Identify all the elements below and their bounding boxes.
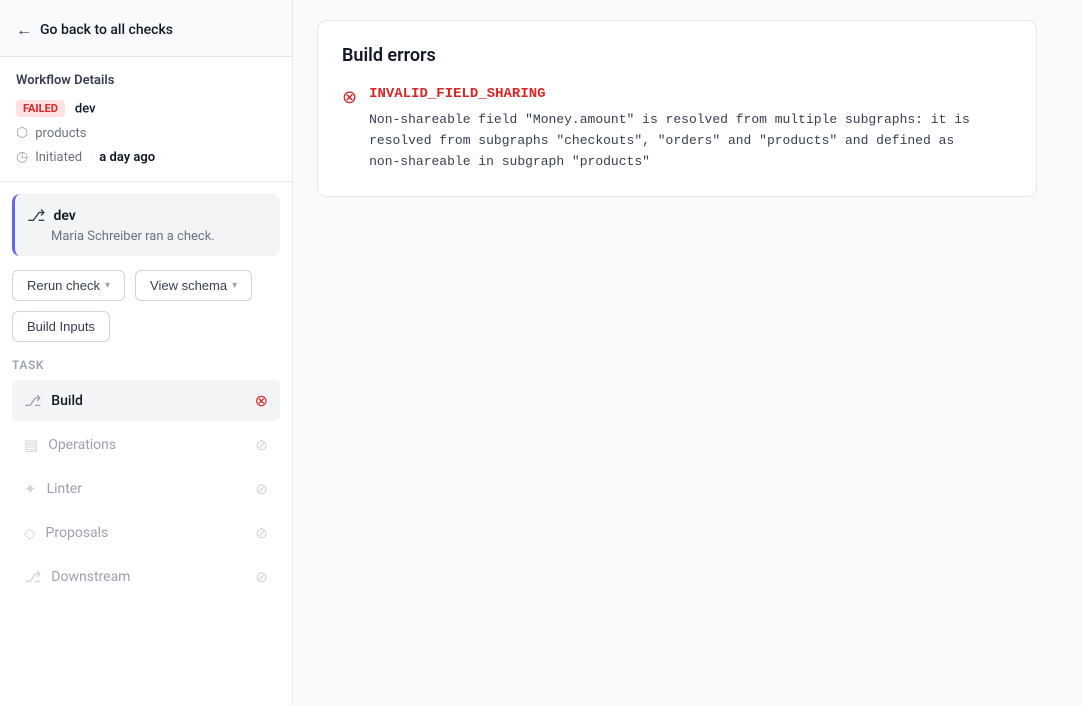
rerun-check-label: Rerun check (27, 278, 100, 293)
status-env-row: FAILED dev (16, 98, 276, 117)
action-buttons-row: Rerun check ▾ View schema ▾ Build Inputs (0, 256, 292, 342)
operations-task-icon: ▤ (24, 436, 38, 454)
product-meta: ⬡ products (16, 125, 276, 141)
check-card-description: Maria Schreiber ran a check. (27, 229, 268, 244)
check-card-icon: ⎇ (27, 206, 45, 225)
initiated-meta: ◷ Initiated a day ago (16, 149, 276, 165)
initiated-value: a day ago (99, 150, 155, 165)
main-content: Build errors ⊗ INVALID_FIELD_SHARING Non… (293, 0, 1083, 706)
proposals-task-icon: ◇ (24, 524, 36, 542)
back-arrow-icon: ← (16, 20, 32, 40)
rerun-check-button[interactable]: Rerun check ▾ (12, 270, 125, 301)
linter-skip-icon: ⊘ (255, 480, 268, 498)
downstream-skip-icon: ⊘ (255, 568, 268, 586)
downstream-task-icon: ⎇ (24, 568, 41, 586)
task-section-title: Task (12, 358, 280, 372)
task-item-proposals-left: ◇ Proposals (24, 524, 108, 542)
check-card[interactable]: ⎇ dev Maria Schreiber ran a check. (12, 194, 280, 256)
check-card-name: dev (53, 208, 75, 224)
clock-icon: ◷ (16, 149, 28, 165)
task-item-downstream-left: ⎇ Downstream (24, 568, 130, 586)
error-panel: Build errors ⊗ INVALID_FIELD_SHARING Non… (317, 20, 1037, 197)
build-error-icon: ⊗ (255, 391, 268, 410)
linter-task-icon: ✦ (24, 480, 37, 498)
build-task-icon: ⎇ (24, 392, 41, 410)
workflow-details-title: Workflow Details (16, 73, 276, 88)
back-link-label: Go back to all checks (40, 22, 173, 38)
sidebar: ← Go back to all checks Workflow Details… (0, 0, 293, 706)
proposals-skip-icon: ⊘ (255, 524, 268, 542)
task-item-operations-left: ▤ Operations (24, 436, 116, 454)
task-item-build-label: Build (51, 393, 83, 409)
task-section: Task ⎇ Build ⊗ ▤ Operations ⊘ ✦ Linter ⊘ (0, 342, 292, 609)
task-item-linter-label: Linter (47, 481, 82, 497)
task-item-proposals[interactable]: ◇ Proposals ⊘ (12, 513, 280, 553)
task-item-build-left: ⎇ Build (24, 392, 83, 410)
schema-caret-icon: ▾ (232, 280, 237, 291)
task-item-proposals-label: Proposals (46, 525, 109, 541)
back-link[interactable]: ← Go back to all checks (0, 0, 292, 57)
status-badge: FAILED (16, 100, 65, 117)
error-message: Non-shareable field "Money.amount" is re… (369, 110, 970, 172)
task-item-build[interactable]: ⎇ Build ⊗ (12, 380, 280, 421)
build-inputs-button[interactable]: Build Inputs (12, 311, 110, 342)
rerun-caret-icon: ▾ (105, 280, 110, 291)
task-item-linter[interactable]: ✦ Linter ⊘ (12, 469, 280, 509)
build-inputs-label: Build Inputs (27, 319, 95, 334)
task-item-downstream[interactable]: ⎇ Downstream ⊘ (12, 557, 280, 597)
check-card-header: ⎇ dev (27, 206, 268, 225)
error-code: INVALID_FIELD_SHARING (369, 86, 970, 102)
env-name: dev (75, 101, 96, 116)
task-item-downstream-label: Downstream (51, 569, 130, 585)
view-schema-button[interactable]: View schema ▾ (135, 270, 252, 301)
initiated-label: Initiated (35, 150, 82, 165)
task-item-operations-label: Operations (48, 437, 116, 453)
workflow-details-section: Workflow Details FAILED dev ⬡ products ◷… (0, 57, 292, 182)
task-item-operations[interactable]: ▤ Operations ⊘ (12, 425, 280, 465)
product-name: products (35, 126, 86, 141)
error-item: ⊗ INVALID_FIELD_SHARING Non-shareable fi… (342, 86, 1012, 172)
box-icon: ⬡ (16, 125, 28, 141)
operations-skip-icon: ⊘ (255, 436, 268, 454)
error-panel-title: Build errors (342, 45, 1012, 66)
error-content: INVALID_FIELD_SHARING Non-shareable fiel… (369, 86, 970, 172)
error-circle-icon: ⊗ (342, 87, 357, 108)
view-schema-label: View schema (150, 278, 227, 293)
task-item-linter-left: ✦ Linter (24, 480, 82, 498)
